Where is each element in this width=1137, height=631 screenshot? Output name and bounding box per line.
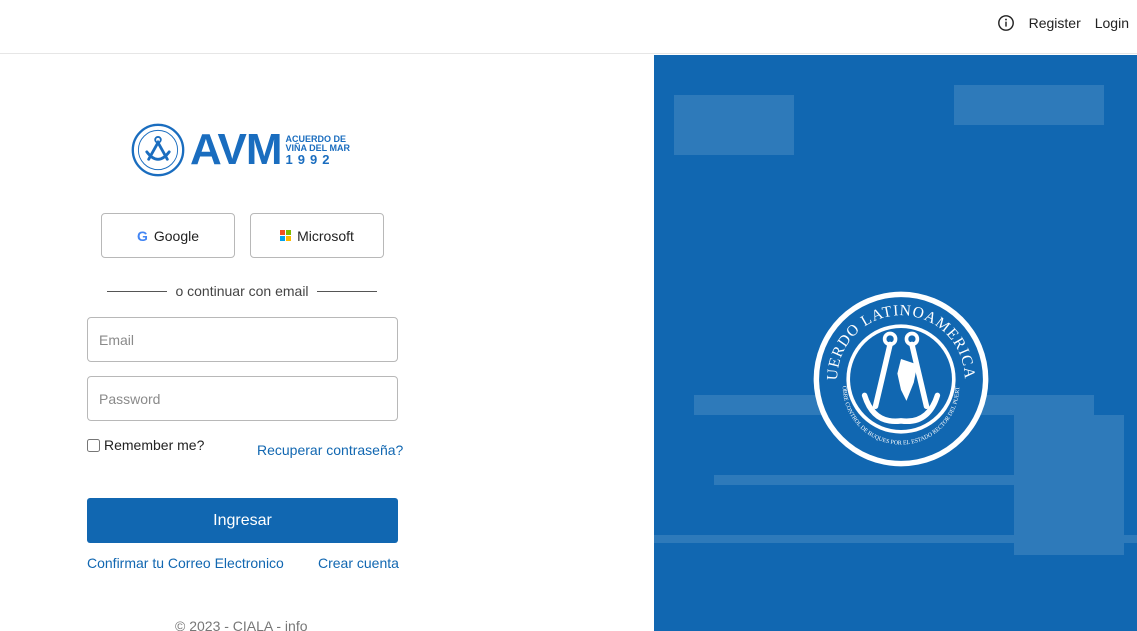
top-bar: Register Login <box>0 0 1137 54</box>
brand-panel: ACUERDO LATINOAMERICANO SOBRE CONTROL DE… <box>654 55 1137 631</box>
register-link[interactable]: Register <box>1029 15 1081 31</box>
microsoft-login-button[interactable]: Microsoft <box>250 213 384 258</box>
avm-logo: AVM ACUERDO DE VIÑA DEL MAR 1992 <box>130 120 360 180</box>
remember-me-label: Remember me? <box>104 437 205 453</box>
divider-line-right <box>316 290 378 292</box>
logo-subtitle: ACUERDO DE VIÑA DEL MAR 1992 <box>285 134 351 167</box>
forgot-password-link[interactable]: Recuperar contraseña? <box>257 442 403 458</box>
divider-line-left <box>107 290 168 292</box>
password-input[interactable] <box>87 376 398 421</box>
logo-avm-text: AVM <box>190 125 283 174</box>
info-circle-icon[interactable] <box>997 14 1015 32</box>
login-link[interactable]: Login <box>1095 15 1129 31</box>
microsoft-icon <box>280 230 292 241</box>
google-label: Google <box>153 227 200 244</box>
logo-line-3: 1992 <box>285 151 335 167</box>
avm-seal-icon <box>131 123 185 177</box>
confirm-email-link[interactable]: Confirmar tu Correo Electronico <box>87 555 284 571</box>
create-account-link[interactable]: Crear cuenta <box>318 555 399 571</box>
footer-text: © 2023 - CIALA - info <box>175 618 308 631</box>
top-nav: Register Login <box>997 14 1129 32</box>
submit-button[interactable]: Ingresar <box>87 498 398 543</box>
login-panel: AVM ACUERDO DE VIÑA DEL MAR 1992 G Googl… <box>0 55 654 631</box>
microsoft-label: Microsoft <box>297 227 354 244</box>
google-login-button[interactable]: G Google <box>101 213 235 258</box>
email-divider: o continuar con email <box>107 283 378 299</box>
remember-me-checkbox[interactable] <box>87 438 100 452</box>
divider-text: o continuar con email <box>175 283 309 299</box>
remember-me[interactable]: Remember me? <box>87 437 204 453</box>
ciala-seal-icon: ACUERDO LATINOAMERICANO SOBRE CONTROL DE… <box>810 288 989 467</box>
email-input[interactable] <box>87 317 398 362</box>
google-icon: G <box>136 227 148 244</box>
